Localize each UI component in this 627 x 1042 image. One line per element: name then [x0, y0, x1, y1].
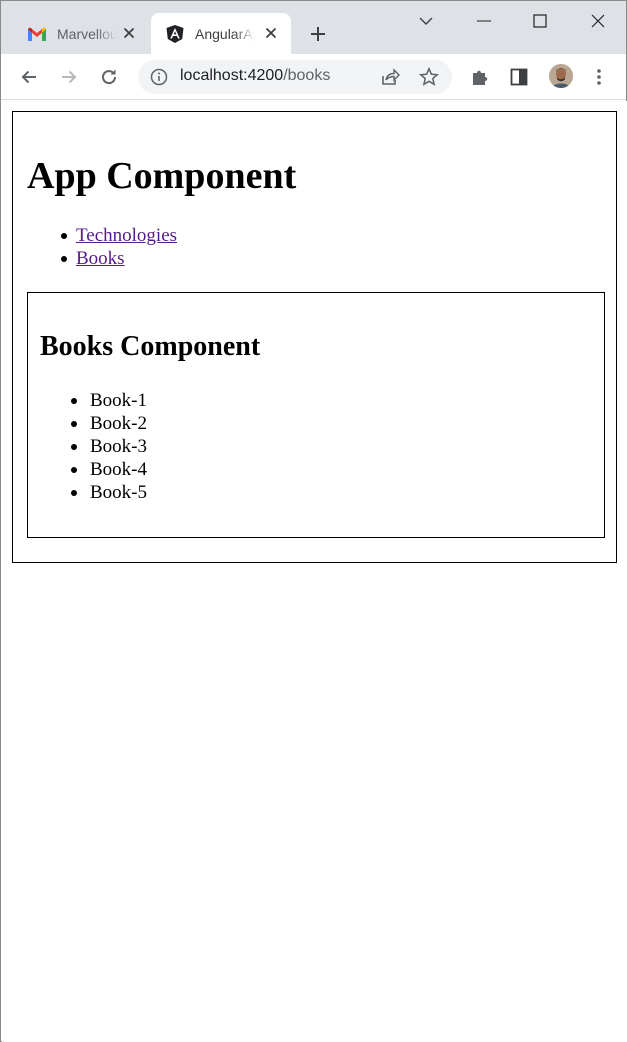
list-item: Book-5: [40, 481, 147, 504]
browser-window: Marvellous Mail AngularApp: [0, 0, 627, 1042]
tab-search-chevron-icon[interactable]: [411, 7, 441, 35]
angular-icon: [165, 24, 185, 44]
extensions-puzzle-icon[interactable]: [466, 63, 494, 91]
bookmark-star-icon[interactable]: [418, 66, 440, 92]
url-text[interactable]: localhost:4200/books: [180, 67, 330, 85]
address-bar[interactable]: localhost:4200/books: [138, 60, 452, 94]
tab-strip: Marvellous Mail AngularApp: [1, 1, 626, 54]
share-icon[interactable]: [380, 67, 400, 92]
new-tab-icon[interactable]: [305, 21, 331, 47]
book-list: Book-1 Book-2 Book-3 Book-4 Book-5: [40, 389, 147, 504]
nav-item: Books: [27, 247, 177, 270]
site-info-icon[interactable]: [150, 68, 168, 86]
books-link[interactable]: Books: [76, 248, 125, 269]
gmail-icon: [27, 24, 47, 44]
close-window-icon[interactable]: [583, 7, 613, 35]
more-menu-icon[interactable]: [585, 63, 613, 91]
technologies-link[interactable]: Technologies: [76, 225, 177, 246]
tab-title: AngularApp: [195, 25, 255, 42]
app-component: App Component Technologies Books Books C…: [12, 111, 617, 563]
books-component: Books Component Book-1 Book-2 Book-3 Boo…: [27, 292, 605, 538]
tab-angular-app[interactable]: AngularApp: [151, 13, 291, 54]
close-tab-icon[interactable]: [263, 25, 279, 41]
side-panel-icon[interactable]: [505, 63, 533, 91]
profile-avatar[interactable]: [549, 64, 573, 88]
list-item: Book-1: [40, 389, 147, 412]
app-heading: App Component: [27, 155, 297, 197]
close-tab-icon[interactable]: [121, 25, 137, 41]
reload-icon[interactable]: [95, 63, 123, 91]
list-item: Book-4: [40, 458, 147, 481]
nav-item: Technologies: [27, 224, 177, 247]
minimize-icon[interactable]: [469, 7, 499, 35]
page-viewport: App Component Technologies Books Books C…: [2, 101, 627, 1042]
url-host: localhost:4200: [180, 67, 284, 84]
books-heading: Books Component: [40, 331, 261, 362]
url-path: /books: [283, 67, 331, 84]
list-item: Book-3: [40, 435, 147, 458]
tab-gmail[interactable]: Marvellous Mail: [13, 13, 149, 54]
tab-title: Marvellous Mail: [57, 25, 117, 42]
forward-arrow-icon[interactable]: [55, 63, 83, 91]
browser-toolbar: localhost:4200/books: [1, 54, 626, 100]
list-item: Book-2: [40, 412, 147, 435]
nav-list: Technologies Books: [27, 224, 177, 270]
back-arrow-icon[interactable]: [15, 63, 43, 91]
maximize-icon[interactable]: [525, 7, 555, 35]
